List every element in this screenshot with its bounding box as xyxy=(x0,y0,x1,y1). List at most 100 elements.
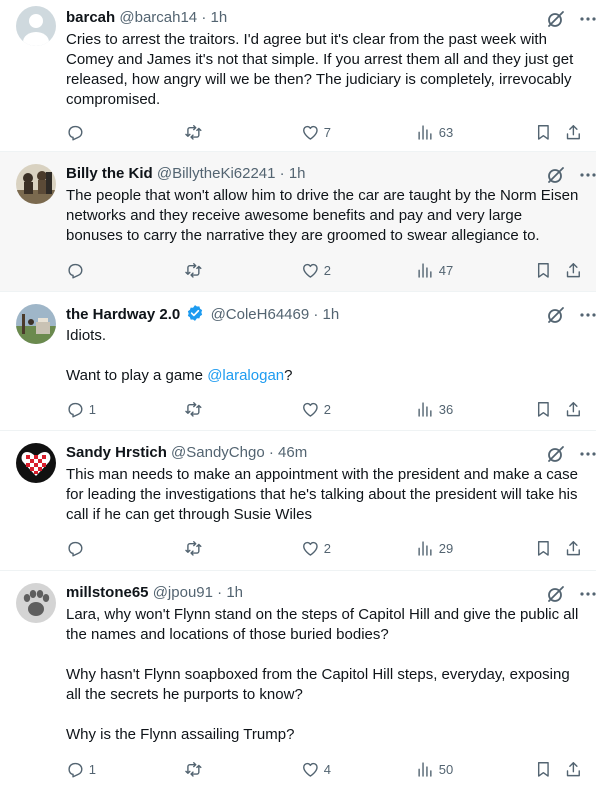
author-handle[interactable]: @BillytheKi62241 xyxy=(157,165,276,182)
reply-post[interactable]: Sandy Hrstich @SandyChgo · 46m This man … xyxy=(0,431,596,571)
post-time[interactable]: 1h xyxy=(211,9,228,26)
views-button[interactable]: 36 xyxy=(416,399,453,419)
views-icon xyxy=(418,762,432,777)
bookmark-button[interactable] xyxy=(534,399,553,419)
retweet-icon xyxy=(185,761,202,777)
like-count: 4 xyxy=(323,761,331,777)
post-time[interactable]: 1h xyxy=(289,165,306,182)
retweet-button[interactable] xyxy=(184,538,207,558)
reply-post[interactable]: barcah @barcah14 · 1h Cries to arrest th… xyxy=(0,0,596,152)
mention-link[interactable]: @laralogan xyxy=(207,367,284,384)
retweet-icon xyxy=(185,540,202,556)
more-icon[interactable] xyxy=(578,9,596,29)
more-icon[interactable] xyxy=(578,165,596,185)
more-icon[interactable] xyxy=(578,305,596,325)
action-bar: 1 4 50 xyxy=(66,759,580,779)
reply-post[interactable]: the Hardway 2.0 @ColeH64469 · 1h Idiots.… xyxy=(0,292,596,431)
like-icon xyxy=(303,125,318,140)
like-button[interactable]: 2 xyxy=(301,399,331,419)
bookmark-button[interactable] xyxy=(534,260,553,280)
author-handle[interactable]: @ColeH64469 xyxy=(211,306,310,323)
grok-icon[interactable] xyxy=(546,9,566,29)
post-text-line xyxy=(66,346,580,366)
post-text-line: Lara, why won't Flynn stand on the steps… xyxy=(66,606,579,643)
share-button[interactable] xyxy=(564,122,583,142)
reply-icon xyxy=(68,541,83,557)
action-bar: 2 29 xyxy=(66,538,580,558)
bookmark-button[interactable] xyxy=(534,122,553,142)
retweet-button[interactable] xyxy=(184,122,207,142)
reply-button[interactable] xyxy=(66,538,89,558)
separator-dot: · xyxy=(313,306,319,323)
author-handle[interactable]: @SandyChgo xyxy=(171,444,265,461)
retweet-button[interactable] xyxy=(184,399,207,419)
post-time[interactable]: 1h xyxy=(226,584,243,601)
post-text-line: Why is the Flynn assailing Trump? xyxy=(66,726,295,743)
views-count: 29 xyxy=(438,540,454,556)
reply-button[interactable]: 1 xyxy=(66,759,96,779)
grok-icon[interactable] xyxy=(546,584,566,604)
reply-button[interactable]: 1 xyxy=(66,399,96,419)
reply-post[interactable]: Billy the Kid @BillytheKi62241 · 1h The … xyxy=(0,152,596,292)
retweet-icon xyxy=(185,401,202,417)
reply-feed: barcah @barcah14 · 1h Cries to arrest th… xyxy=(0,0,596,790)
avatar[interactable] xyxy=(16,443,56,483)
grok-icon[interactable] xyxy=(546,165,566,185)
author-name[interactable]: Billy the Kid xyxy=(66,165,153,182)
author-handle[interactable]: @barcah14 xyxy=(119,9,197,26)
post-text-line: This man needs to make an appointment wi… xyxy=(66,466,578,523)
reply-button[interactable] xyxy=(66,260,89,280)
separator-dot: · xyxy=(268,444,274,461)
avatar[interactable] xyxy=(16,304,56,344)
bookmark-icon xyxy=(537,540,549,556)
action-bar: 7 63 xyxy=(66,122,580,142)
avatar[interactable] xyxy=(16,583,56,623)
post-text-line: Cries to arrest the traitors. I'd agree … xyxy=(66,31,574,108)
author-name[interactable]: the Hardway 2.0 xyxy=(66,306,180,323)
share-button[interactable] xyxy=(564,260,583,280)
grok-icon[interactable] xyxy=(546,444,566,464)
post-text-line xyxy=(66,645,580,665)
post-time[interactable]: 46m xyxy=(278,444,307,461)
more-icon[interactable] xyxy=(578,584,596,604)
share-button[interactable] xyxy=(564,759,583,779)
author-handle[interactable]: @jpou91 xyxy=(153,584,213,601)
post-time[interactable]: 1h xyxy=(323,306,340,323)
post-text-line xyxy=(66,705,580,725)
retweet-button[interactable] xyxy=(184,759,207,779)
author-name[interactable]: millstone65 xyxy=(66,584,149,601)
avatar[interactable] xyxy=(16,164,56,204)
views-count: 63 xyxy=(438,124,454,140)
views-button[interactable]: 50 xyxy=(416,759,453,779)
share-icon xyxy=(566,761,580,776)
like-button[interactable]: 4 xyxy=(301,759,331,779)
views-icon xyxy=(418,541,432,556)
like-button[interactable]: 2 xyxy=(301,538,331,558)
post-text-segment: Want to play a game xyxy=(66,367,204,384)
author-name[interactable]: barcah xyxy=(66,9,115,26)
retweet-button[interactable] xyxy=(184,260,207,280)
views-button[interactable]: 29 xyxy=(416,538,453,558)
views-button[interactable]: 47 xyxy=(416,260,453,280)
reply-post[interactable]: millstone65 @jpou91 · 1h Lara, why won't… xyxy=(0,571,596,790)
views-button[interactable]: 63 xyxy=(416,122,453,142)
avatar[interactable] xyxy=(16,6,56,46)
like-button[interactable]: 2 xyxy=(301,260,331,280)
bookmark-button[interactable] xyxy=(534,538,553,558)
reply-icon xyxy=(68,402,83,418)
bookmark-icon xyxy=(537,124,549,140)
reply-button[interactable] xyxy=(66,122,89,142)
post-text-line: Idiots. xyxy=(66,327,107,344)
share-button[interactable] xyxy=(564,538,583,558)
retweet-icon xyxy=(185,262,202,278)
like-button[interactable]: 7 xyxy=(301,122,331,142)
like-icon xyxy=(303,541,318,556)
like-count: 2 xyxy=(323,262,331,278)
more-icon[interactable] xyxy=(578,444,596,464)
share-button[interactable] xyxy=(564,399,583,419)
author-name[interactable]: Sandy Hrstich xyxy=(66,444,167,461)
grok-icon[interactable] xyxy=(546,305,566,325)
views-count: 36 xyxy=(438,401,454,417)
bookmark-button[interactable] xyxy=(534,759,553,779)
post-text: The people that won't allow him to drive… xyxy=(66,186,580,246)
